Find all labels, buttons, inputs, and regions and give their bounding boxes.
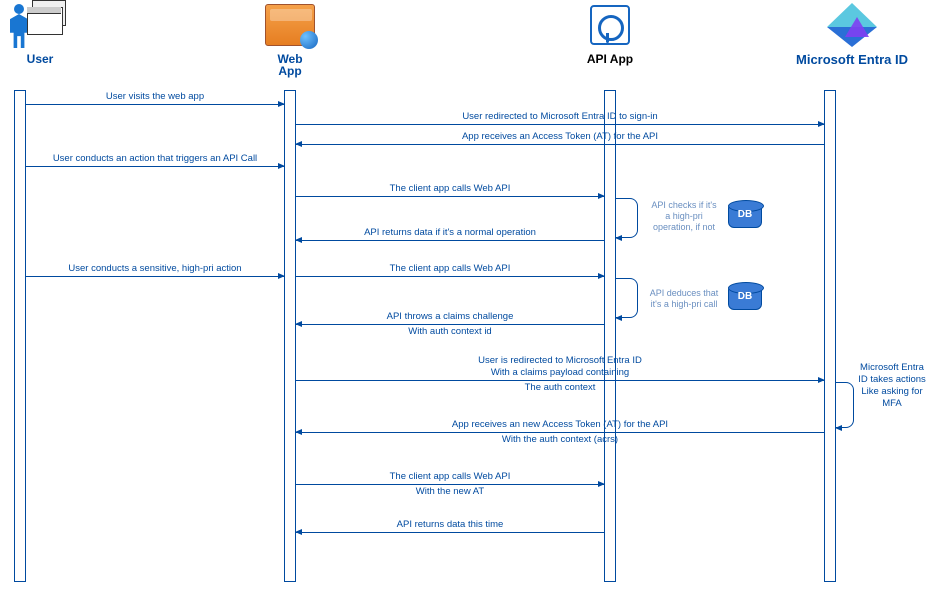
msg-m1: User visits the web app xyxy=(26,91,284,103)
entra-icon xyxy=(792,0,912,50)
arrow-m11: App receives an new Access Token (AT) fo… xyxy=(296,432,824,433)
arrow-m4: User conducts an action that triggers an… xyxy=(26,166,284,167)
msg-m12a: The client app calls Web API xyxy=(296,471,604,483)
msg-m10c: The auth context xyxy=(296,382,824,394)
msg-m9: API throws a claims challenge xyxy=(296,311,604,323)
user-icon xyxy=(0,0,80,50)
msg-m11b: With the auth context (acrs) xyxy=(296,434,824,446)
arrow-m12: The client app calls Web API With the ne… xyxy=(296,484,604,485)
note-entra: Microsoft Entra ID takes actions Like as… xyxy=(850,362,934,410)
msg-m5: The client app calls Web API xyxy=(296,183,604,195)
arrow-m5: The client app calls Web API xyxy=(296,196,604,197)
msg-m11a: App receives an new Access Token (AT) fo… xyxy=(296,419,824,431)
msg-m10b: With a claims payload containing xyxy=(296,367,824,379)
api-self-1 xyxy=(616,198,638,238)
msg-m7: User conducts a sensitive, high-pri acti… xyxy=(26,263,284,275)
db-icon-1 xyxy=(728,204,762,228)
msg-m8: The client app calls Web API xyxy=(296,263,604,275)
msg-m9b: With auth context id xyxy=(296,326,604,338)
arrow-m10: User is redirected to Microsoft Entra ID… xyxy=(296,380,824,381)
participant-user: User xyxy=(0,0,80,66)
lifeline-webapp xyxy=(284,90,296,582)
note-db1: API checks if it's a high-pri operation,… xyxy=(642,200,726,233)
entra-label: Microsoft Entra ID xyxy=(792,52,912,67)
lifeline-apiapp xyxy=(604,90,616,582)
msg-m3: App receives an Access Token (AT) for th… xyxy=(296,131,824,143)
msg-m6: API returns data if it's a normal operat… xyxy=(296,227,604,239)
participant-entra: Microsoft Entra ID xyxy=(792,0,912,67)
note-db2: API deduces that it's a high-pri call xyxy=(642,288,726,310)
lifeline-user xyxy=(14,90,26,582)
api-icon xyxy=(570,0,650,50)
msg-m10a: User is redirected to Microsoft Entra ID xyxy=(296,355,824,367)
apiapp-label: API App xyxy=(570,52,650,66)
msg-m2: User redirected to Microsoft Entra ID to… xyxy=(296,111,824,123)
server-icon xyxy=(250,0,330,50)
arrow-m6: API returns data if it's a normal operat… xyxy=(296,240,604,241)
arrow-m13: API returns data this time xyxy=(296,532,604,533)
arrow-m8: The client app calls Web API xyxy=(296,276,604,277)
msg-m12b: With the new AT xyxy=(296,486,604,498)
arrow-m9: API throws a claims challenge With auth … xyxy=(296,324,604,325)
arrow-m3: App receives an Access Token (AT) for th… xyxy=(296,144,824,145)
arrow-m7: User conducts a sensitive, high-pri acti… xyxy=(26,276,284,277)
api-self-2 xyxy=(616,278,638,318)
msg-m13: API returns data this time xyxy=(296,519,604,531)
msg-m4: User conducts an action that triggers an… xyxy=(26,153,284,165)
arrow-m1: User visits the web app xyxy=(26,104,284,105)
user-label: User xyxy=(0,52,80,66)
participant-apiapp: API App xyxy=(570,0,650,66)
participant-webapp: Web App xyxy=(250,0,330,78)
webapp-label2: App xyxy=(250,64,330,78)
lifeline-entra xyxy=(824,90,836,582)
arrow-m2: User redirected to Microsoft Entra ID to… xyxy=(296,124,824,125)
db-icon-2 xyxy=(728,286,762,310)
